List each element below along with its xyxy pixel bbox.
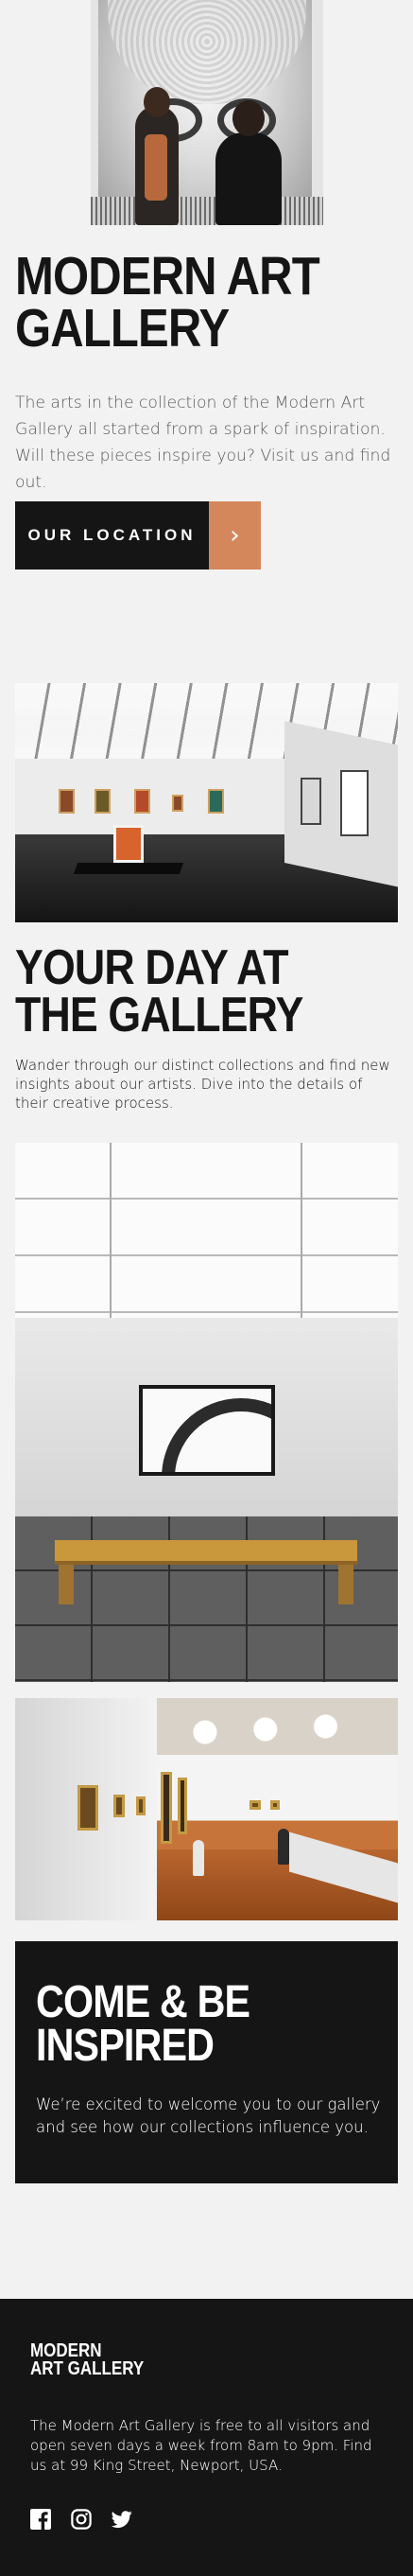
section-description: Wander through our distinct collections … xyxy=(15,1057,390,1112)
facebook-icon[interactable] xyxy=(30,2509,51,2530)
our-location-button-label: OUR LOCATION xyxy=(15,501,209,570)
gallery-image-bench xyxy=(15,1143,398,1682)
twitter-icon[interactable] xyxy=(111,2509,132,2530)
footer-logo[interactable]: MODERN ART GALLERY xyxy=(30,2341,144,2378)
footer-info: The Modern Art Gallery is free to all vi… xyxy=(30,2417,372,2474)
inspired-title: COME & BE INSPIRED xyxy=(36,1977,250,2071)
hero-description: The arts in the collection of the Modern… xyxy=(15,394,391,492)
inspired-card: COME & BE INSPIRED We’re excited to welc… xyxy=(15,1941,398,2183)
instagram-icon[interactable] xyxy=(71,2509,92,2530)
hero-image xyxy=(91,0,323,225)
arrow-right-icon: › xyxy=(209,501,261,570)
footer: MODERN ART GALLERY The Modern Art Galler… xyxy=(0,2299,413,2576)
page: MODERN ART GALLERY The arts in the colle… xyxy=(0,0,413,2576)
hero-title: MODERN ART GALLERY xyxy=(15,246,320,359)
gallery-image-hall xyxy=(15,683,398,922)
gallery-image-corridor xyxy=(15,1698,398,1920)
our-location-button[interactable]: OUR LOCATION › xyxy=(15,501,261,570)
social-links xyxy=(30,2509,132,2530)
inspired-text: We’re excited to welcome you to our gall… xyxy=(36,2095,381,2136)
section-title: YOUR DAY AT THE GALLERY xyxy=(15,940,303,1043)
